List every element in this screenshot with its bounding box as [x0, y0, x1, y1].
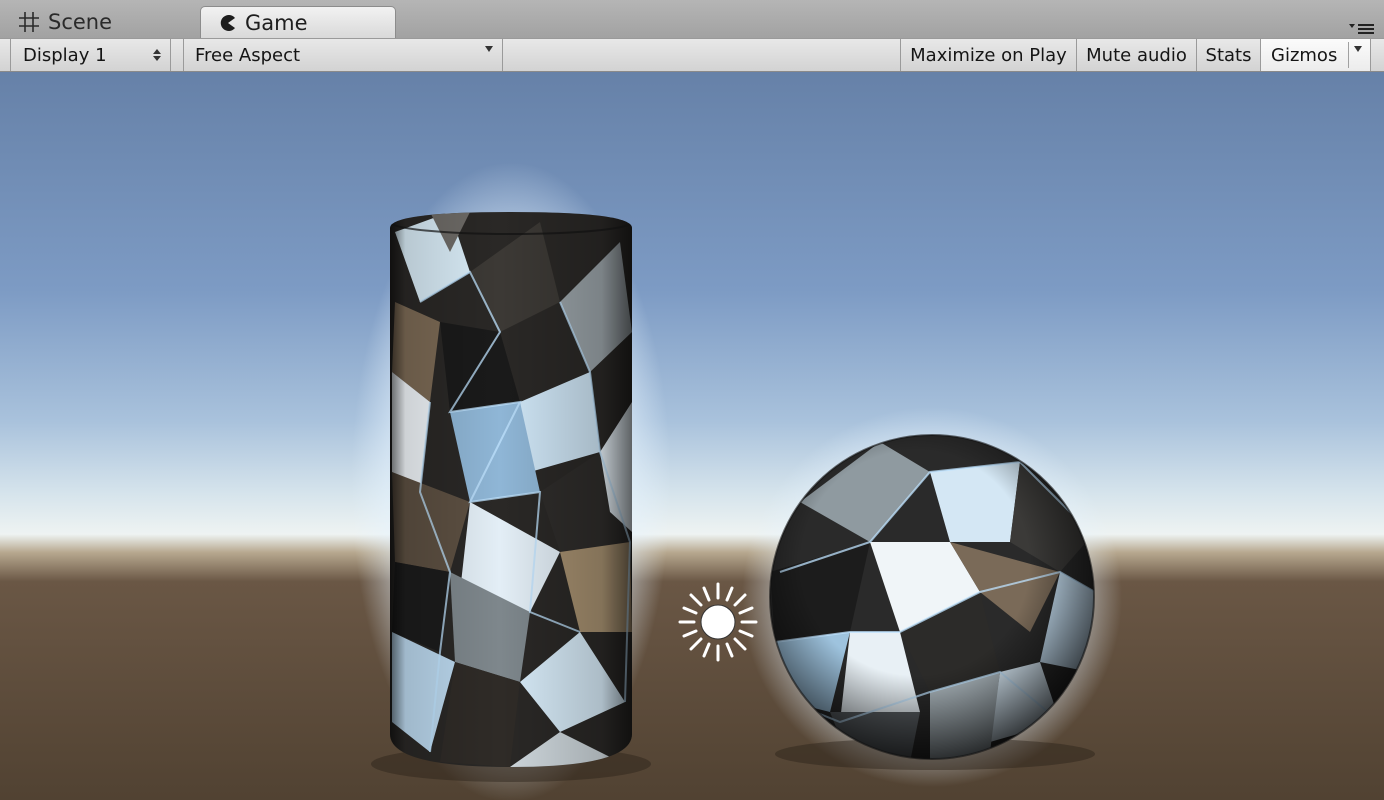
tab-game[interactable]: Game [200, 6, 396, 38]
maximize-on-play-toggle[interactable]: Maximize on Play [900, 39, 1077, 71]
tab-strip: Scene Game [0, 0, 1384, 38]
tab-scene[interactable]: Scene [8, 6, 188, 38]
gizmos-dropdown-arrow-icon[interactable] [1353, 33, 1363, 65]
dropdown-arrow-icon [484, 33, 494, 65]
aspect-label: Free Aspect [195, 44, 301, 66]
display-label: Display 1 [23, 44, 107, 66]
game-pacman-icon [219, 14, 237, 32]
game-viewport[interactable] [0, 72, 1384, 800]
mute-audio-toggle[interactable]: Mute audio [1077, 39, 1197, 71]
gizmos-label: Gizmos [1271, 44, 1338, 66]
game-toolbar: Display 1 Free Aspect Maximize on Play M… [0, 38, 1384, 72]
aspect-dropdown[interactable]: Free Aspect [183, 39, 503, 71]
skybox [0, 72, 1384, 800]
tab-game-label: Game [245, 10, 308, 35]
gizmos-toggle[interactable]: Gizmos [1261, 39, 1371, 71]
maximize-label: Maximize on Play [910, 44, 1067, 66]
tab-scene-label: Scene [48, 10, 113, 34]
directional-light-icon[interactable] [678, 582, 758, 662]
crystal-cylinder[interactable] [385, 207, 640, 772]
stats-toggle[interactable]: Stats [1197, 39, 1261, 71]
display-dropdown[interactable]: Display 1 [10, 39, 171, 71]
mute-label: Mute audio [1086, 44, 1187, 66]
stats-label: Stats [1205, 44, 1252, 66]
scene-grid-icon [18, 11, 40, 33]
up-down-arrows-icon [152, 39, 162, 71]
